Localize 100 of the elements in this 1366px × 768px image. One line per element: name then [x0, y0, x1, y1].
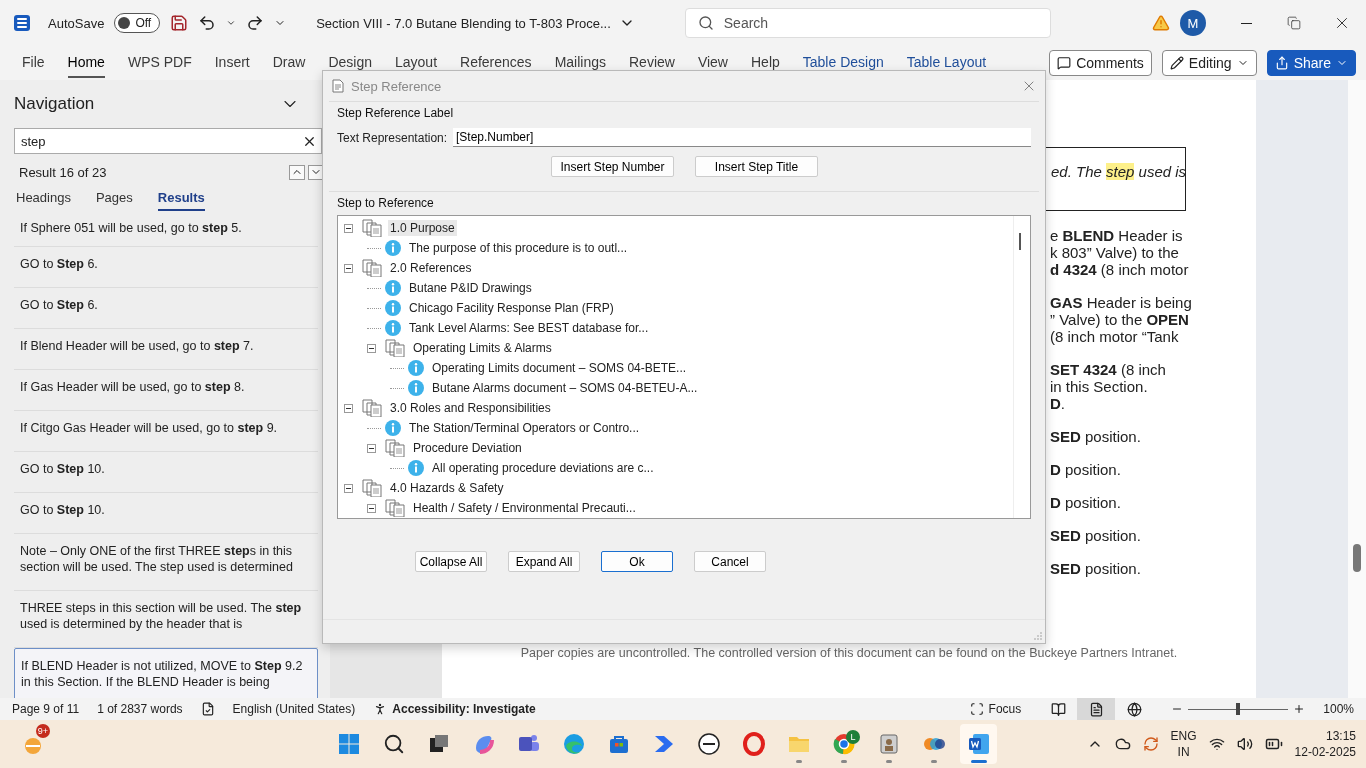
tree-item[interactable]: Tank Level Alarms: See BEST database for...	[407, 320, 651, 336]
ribbon-tab[interactable]: Draw	[272, 48, 306, 78]
scrollbar[interactable]	[1348, 80, 1366, 698]
autosave-label: AutoSave	[48, 15, 105, 31]
expand-toggle[interactable]	[344, 403, 353, 413]
ribbon-tab[interactable]: File	[22, 48, 45, 78]
tree-item[interactable]: The purpose of this procedure is to outl...	[407, 240, 630, 256]
comment-icon	[1057, 56, 1072, 70]
search-result[interactable]: If Gas Header will be used, go to step 8.	[14, 370, 318, 411]
clock[interactable]: 13:15 12-02-2025	[1294, 728, 1356, 760]
tree-item[interactable]: Chicago Facility Response Plan (FRP)	[407, 300, 616, 316]
resize-grip-icon[interactable]	[1034, 632, 1042, 640]
insert-button[interactable]: Insert Step Title	[695, 156, 818, 177]
pane-tab[interactable]: Pages	[95, 190, 133, 211]
search-field[interactable]: Search	[684, 8, 1051, 38]
tree-item[interactable]: 4.0 Hazards & Safety	[388, 480, 506, 496]
taskbar-app[interactable]: L	[825, 724, 862, 764]
account-badge: L	[846, 730, 860, 744]
expand-toggle[interactable]	[367, 343, 376, 353]
search-result[interactable]: GO to Step 6.	[14, 288, 318, 329]
expand-toggle[interactable]	[344, 263, 353, 273]
widgets-button[interactable]: 9+	[18, 724, 48, 764]
input-language[interactable]: ENG IN	[1170, 728, 1197, 760]
info-icon	[385, 300, 401, 316]
pane-tab[interactable]: Results	[157, 190, 205, 211]
language[interactable]: English (United States)	[232, 702, 356, 716]
ribbon-tab[interactable]: Insert	[214, 48, 250, 78]
search-result[interactable]: GO to Step 6.	[14, 247, 318, 288]
comments-button[interactable]: Comments	[1049, 50, 1152, 76]
save-icon[interactable]	[170, 14, 189, 32]
tree-item[interactable]: Health / Safety / Environmental Precauti...	[411, 500, 638, 516]
windows-logo-icon	[336, 732, 361, 756]
expand-toggle[interactable]	[344, 223, 353, 233]
insert-button[interactable]: Insert Step Number	[551, 156, 674, 177]
search-result[interactable]: If BLEND Header is not utilized, MOVE to Step 9.2 in this Section. If the BLEND Header is being	[14, 648, 318, 698]
accessibility-status[interactable]: Accessibility: Investigate	[392, 702, 536, 716]
share-button[interactable]: Share	[1266, 50, 1356, 76]
ring-icon	[741, 732, 766, 756]
document-text: d 4324 (8 inch motor	[1050, 261, 1190, 278]
app-logo-icon	[14, 15, 30, 31]
search-result[interactable]: GO to Step 10.	[14, 452, 318, 493]
sync-icon[interactable]	[1142, 736, 1159, 752]
page-count: Page 9 of 11	[12, 702, 80, 716]
search-result[interactable]: If Citgo Gas Header will be used, go to step 9.	[14, 411, 318, 452]
document-text: ” Valve) to the OPEN	[1050, 311, 1190, 328]
proofing-icon[interactable]	[200, 702, 215, 716]
search-result[interactable]: If Sphere 051 will be used, go to step 5.	[14, 218, 318, 247]
search-result[interactable]: GO to Step 10.	[14, 493, 318, 534]
tree-item[interactable]: Operating Limits document – SOMS 04-BETE...	[430, 360, 689, 376]
pane-tab[interactable]: Headings	[16, 190, 71, 211]
redo-icon[interactable]	[246, 14, 265, 32]
dialog-button[interactable]: Cancel	[694, 551, 766, 572]
pencil-icon	[1169, 56, 1184, 70]
pane-title: Navigation	[14, 94, 95, 114]
document-text: e BLEND Header is	[1050, 227, 1184, 244]
autosave-toggle[interactable]: Off	[114, 13, 161, 33]
wifi-icon[interactable]	[1208, 736, 1225, 752]
word-count: 1 of 2837 words	[97, 702, 183, 716]
previous-result-button[interactable]	[289, 164, 305, 180]
ribbon-tab[interactable]: WPS PDF	[127, 48, 192, 78]
tree-item[interactable]: Butane Alarms document – SOMS 04-BETEU-A...	[430, 380, 700, 396]
dialog-button[interactable]: Expand All	[508, 551, 580, 572]
expand-toggle[interactable]	[367, 443, 376, 453]
search-result[interactable]: Note – Only ONE of the first THREE steps in this section will be used. The step used is determined	[14, 534, 318, 591]
cloud-icon[interactable]	[1114, 736, 1131, 752]
tree-item[interactable]: Operating Limits & Alarms	[411, 340, 554, 356]
tree-item[interactable]: 3.0 Roles and Responsibilities	[388, 400, 553, 416]
book-icon	[1050, 701, 1066, 717]
tree-item[interactable]: All operating procedure deviations are c...	[430, 460, 656, 476]
notification-badge: 9+	[35, 724, 50, 738]
tree-item[interactable]: Procedure Deviation	[411, 440, 524, 456]
tree-item[interactable]: Butane P&ID Drawings	[407, 280, 534, 296]
editing-button[interactable]: Editing	[1161, 50, 1257, 76]
document-icon	[331, 79, 345, 93]
warning-icon[interactable]	[1152, 14, 1170, 32]
ribbon-tab[interactable]: Home	[67, 48, 105, 78]
text-field[interactable]: [Step.Number]	[453, 128, 1031, 147]
volume-icon[interactable]	[1236, 736, 1253, 752]
expand-toggle[interactable]	[367, 503, 376, 513]
info-icon	[385, 420, 401, 436]
tree-item[interactable]: 1.0 Purpose	[388, 220, 457, 236]
focus-mode[interactable]: Focus	[988, 702, 1022, 716]
tree-item[interactable]: 2.0 References	[388, 260, 474, 276]
undo-icon[interactable]	[198, 14, 217, 32]
dialog-button[interactable]: Collapse All	[415, 551, 487, 572]
documents-icon	[362, 479, 382, 497]
info-icon	[385, 280, 401, 296]
document-text: k 803” Valve) to the	[1050, 244, 1180, 261]
zoom-in-icon[interactable]	[1293, 703, 1306, 715]
documents-icon	[385, 439, 405, 457]
zoom-slider[interactable]	[1188, 703, 1289, 715]
view-button[interactable]	[1077, 698, 1116, 720]
dialog-button[interactable]: Ok	[601, 551, 673, 572]
expand-toggle[interactable]	[344, 483, 353, 493]
search-result[interactable]: If Blend Header will be used, go to step 7.	[14, 329, 318, 370]
info-icon	[408, 380, 424, 396]
search-field[interactable]: step	[14, 128, 322, 154]
taskbar-app[interactable]	[960, 724, 997, 764]
avatar[interactable]: M	[1180, 10, 1206, 36]
tree-item[interactable]: The Station/Terminal Operators or Contro...	[407, 420, 642, 436]
